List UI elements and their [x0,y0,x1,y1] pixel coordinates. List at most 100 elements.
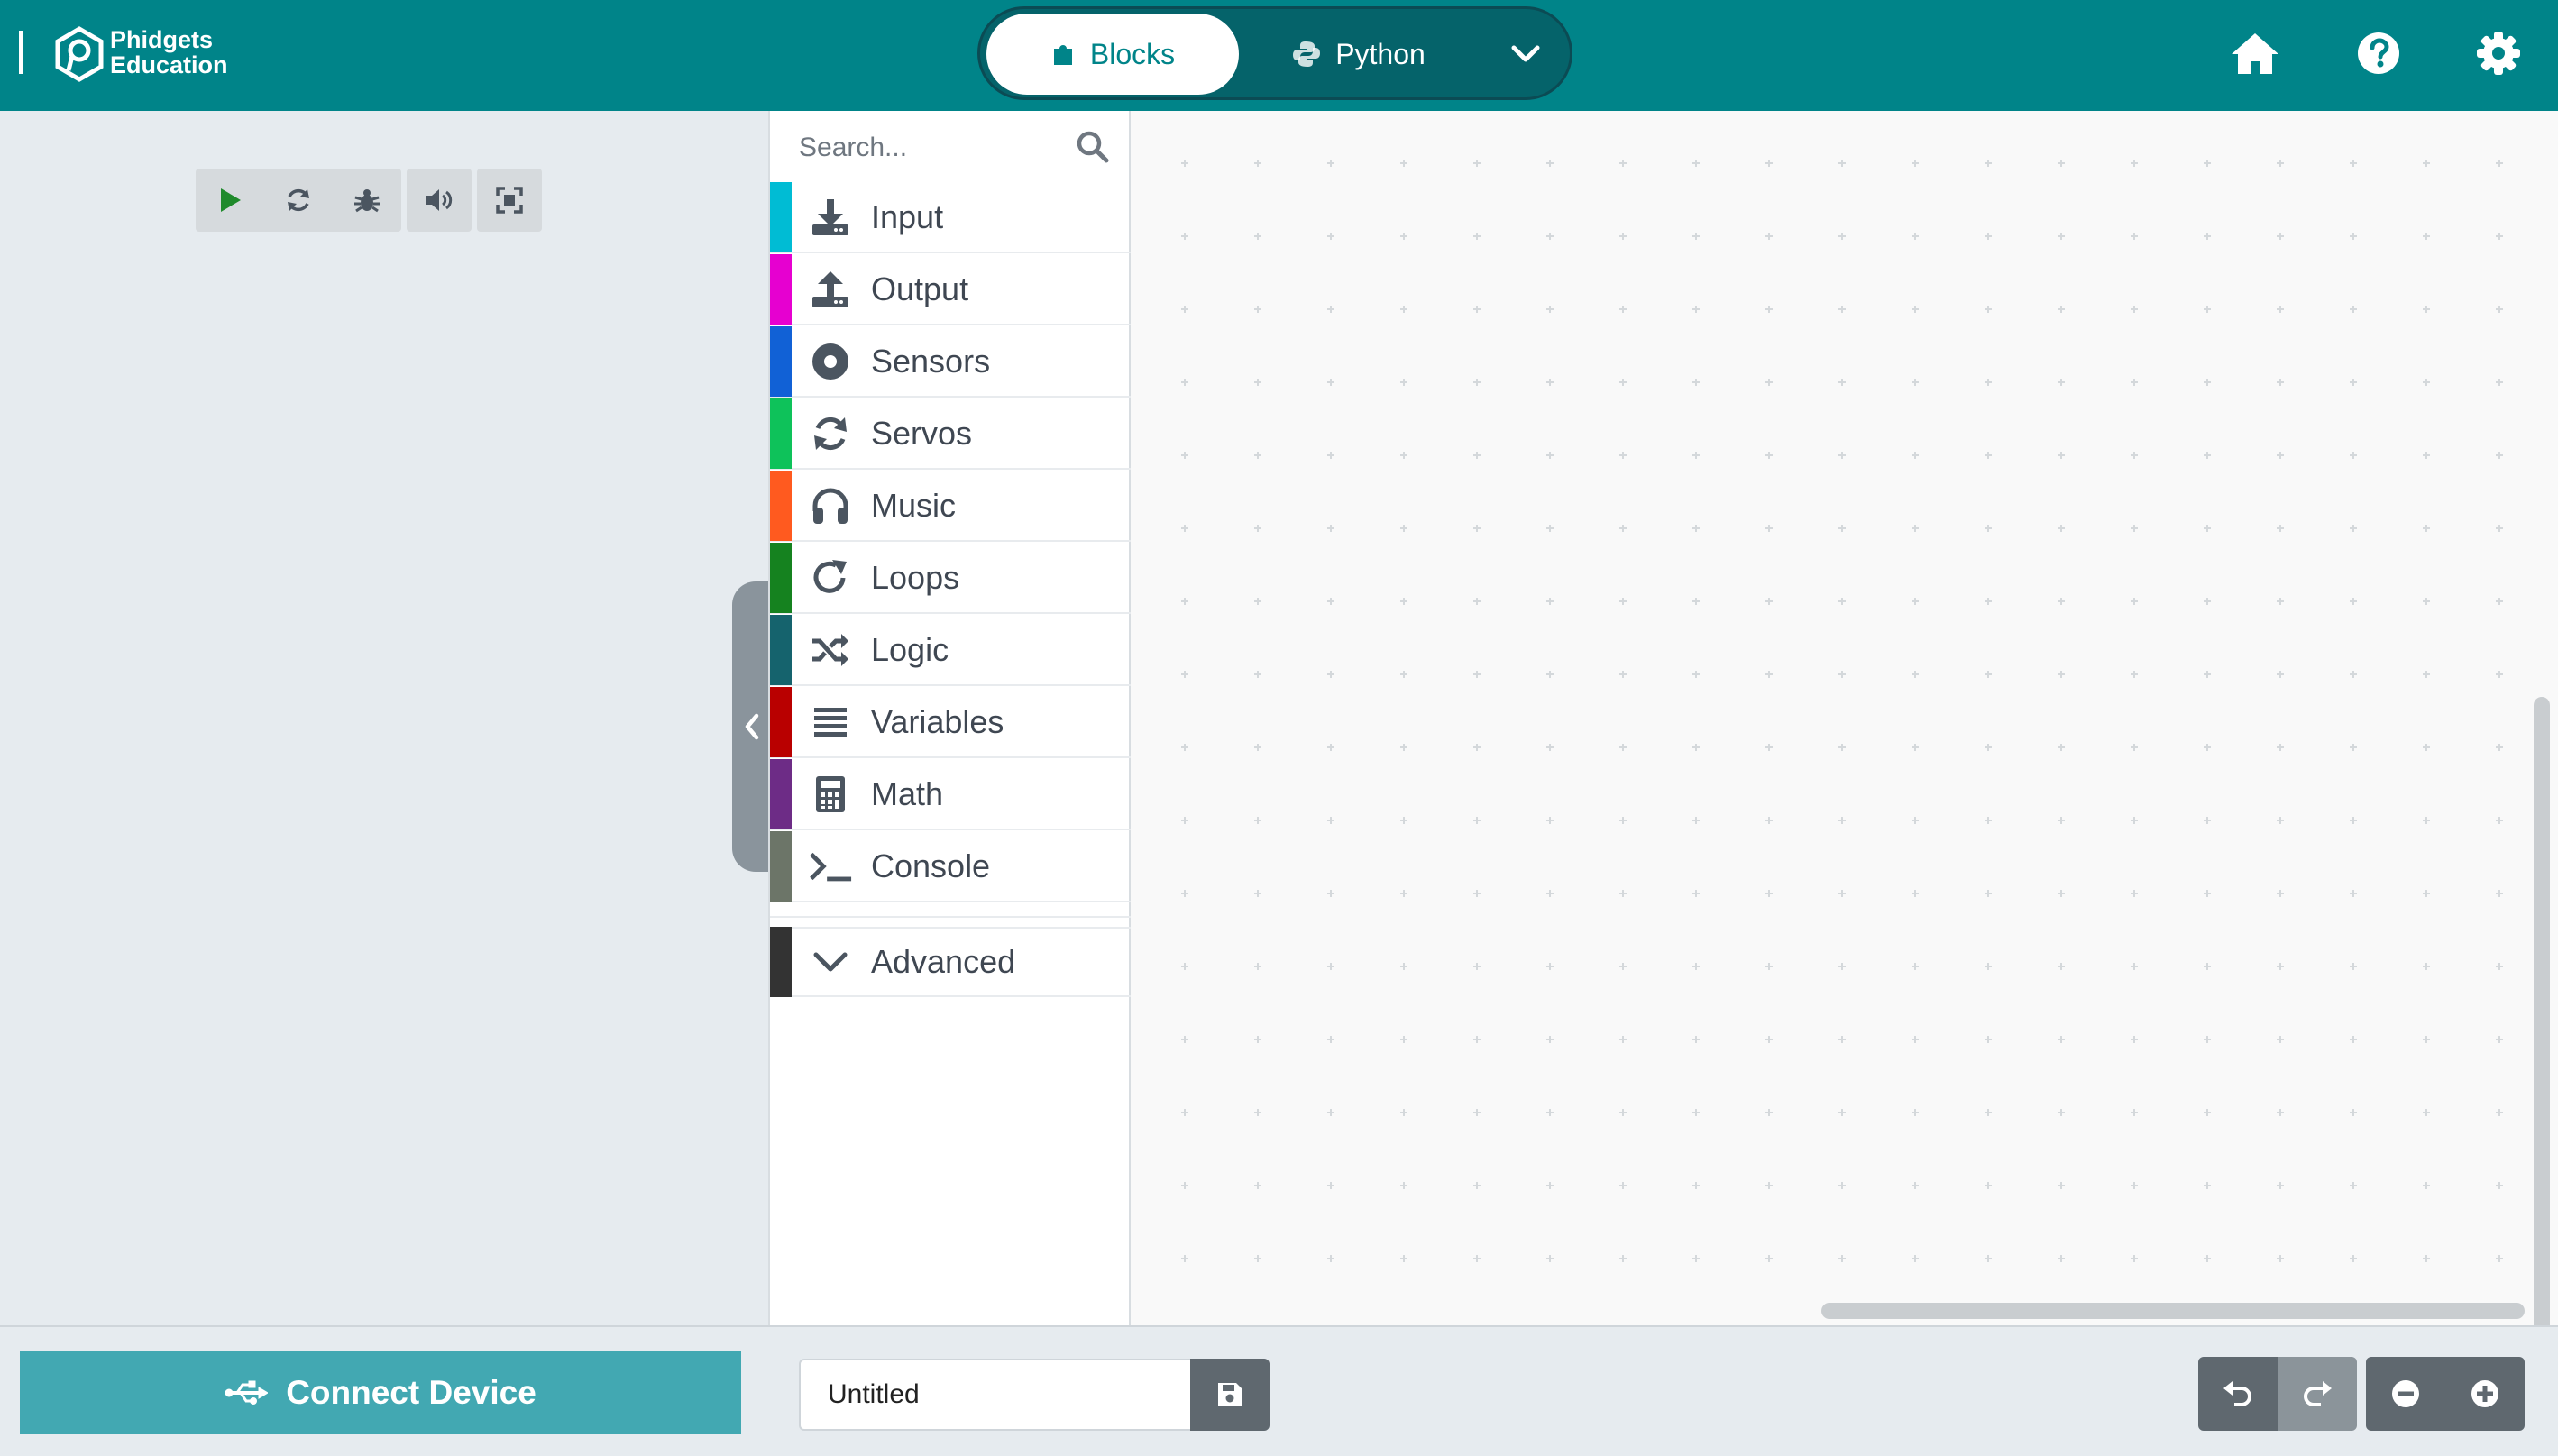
category-color [770,182,792,252]
category-color [770,254,792,325]
download-icon [808,195,853,240]
bug-icon [354,189,380,213]
project-name-field[interactable] [799,1359,1192,1431]
python-mode-label: Python [1335,37,1426,70]
chevron-down-icon [808,939,853,984]
run-toolbar [196,169,542,232]
save-icon [1218,1383,1242,1406]
category-color [770,759,792,829]
category-label: Logic [871,631,949,668]
blocks-mode-button[interactable]: Blocks [986,14,1239,95]
help-button[interactable] [2351,25,2407,81]
grid-crosses [1181,160,2503,1262]
help-icon [2358,32,2399,74]
headphones-icon [808,483,853,528]
chevron-left-icon [745,713,759,740]
category-label: Math [871,775,944,812]
category-servos[interactable]: Servos [770,398,1131,470]
zoom-out-button[interactable] [2366,1357,2445,1431]
category-label: Music [871,487,957,524]
undo-button[interactable] [2198,1357,2278,1431]
restart-button[interactable] [264,169,333,232]
logo-line-1: Phidgets [110,26,214,53]
home-icon [2232,33,2278,74]
category-label: Servos [871,415,973,452]
home-button[interactable] [2227,25,2283,81]
app-footer: Connect Device [0,1325,2558,1456]
sync-icon [808,411,853,456]
debug-button[interactable] [333,169,401,232]
block-toolbox: Input Output Sensors Servos Music Loops [768,111,1131,1325]
zoom-out-icon [2392,1380,2419,1407]
upload-icon [808,267,853,312]
category-color [770,615,792,685]
shuffle-icon [808,627,853,673]
mode-toggle: Blocks Python [977,6,1572,100]
python-icon [1293,41,1321,67]
python-mode-button[interactable]: Python [1269,14,1449,95]
category-loops[interactable]: Loops [770,543,1131,614]
category-sensors[interactable]: Sensors [770,326,1131,398]
category-input[interactable]: Input [770,182,1131,253]
category-label: Loops [871,559,960,596]
save-button[interactable] [1190,1359,1270,1431]
category-color [770,687,792,757]
preview-pane [0,111,768,1325]
category-label: Input [871,198,944,235]
category-label: Sensors [871,343,991,380]
run-controls [196,169,401,232]
sensor-icon [808,339,853,384]
run-button[interactable] [196,169,264,232]
puzzle-icon [1053,45,1072,65]
terminal-icon [808,844,853,889]
header-divider [19,31,23,74]
redo-button[interactable] [2278,1357,2357,1431]
redo-icon [2304,1381,2332,1406]
usb-icon [225,1380,269,1405]
category-color [770,543,792,613]
mode-dropdown-button[interactable] [1485,14,1566,95]
category-color [770,831,792,902]
chevron-down-icon [1511,45,1540,62]
category-label: Advanced [871,943,1016,980]
category-music[interactable]: Music [770,471,1131,542]
blocks-workspace[interactable] [1131,111,2558,1325]
connect-device-button[interactable]: Connect Device [20,1351,741,1434]
app-header: Phidgets Education Blocks Python [0,0,2558,111]
category-console[interactable]: Console [770,831,1131,902]
category-label: Variables [871,703,1004,740]
zoom-in-button[interactable] [2445,1357,2525,1431]
category-color [770,398,792,469]
blocks-mode-label: Blocks [1089,37,1176,70]
fullscreen-button[interactable] [477,169,542,232]
volume-icon [426,189,453,211]
undo-icon [2223,1381,2251,1406]
workspace-vertical-scrollbar[interactable] [2534,697,2550,1325]
category-output[interactable]: Output [770,254,1131,325]
search-icon[interactable] [1075,129,1111,165]
fullscreen-icon [496,187,523,214]
play-icon [221,188,241,212]
category-advanced[interactable]: Advanced [770,927,1131,997]
logo-text: Phidgets Education [110,27,228,78]
category-math[interactable]: Math [770,759,1131,830]
logo-line-2: Education [110,51,228,78]
gear-icon [2477,32,2520,75]
category-logic[interactable]: Logic [770,615,1131,686]
collapse-pane-button[interactable] [732,581,772,872]
zoom-in-icon [2471,1380,2498,1407]
sound-button[interactable] [407,169,472,232]
toolbox-separator [770,916,1131,918]
category-color [770,471,792,541]
connect-device-label: Connect Device [286,1374,536,1411]
toolbox-search [770,111,1131,183]
refresh-icon [288,188,309,212]
workspace-horizontal-scrollbar[interactable] [1821,1303,2525,1319]
phidgets-logo-icon [55,26,104,82]
category-variables[interactable]: Variables [770,687,1131,758]
settings-button[interactable] [2471,25,2526,81]
toolbox-search-input[interactable] [797,127,1071,169]
category-color [770,326,792,397]
workspace-grid [1181,160,2503,1262]
loop-icon [808,555,853,600]
